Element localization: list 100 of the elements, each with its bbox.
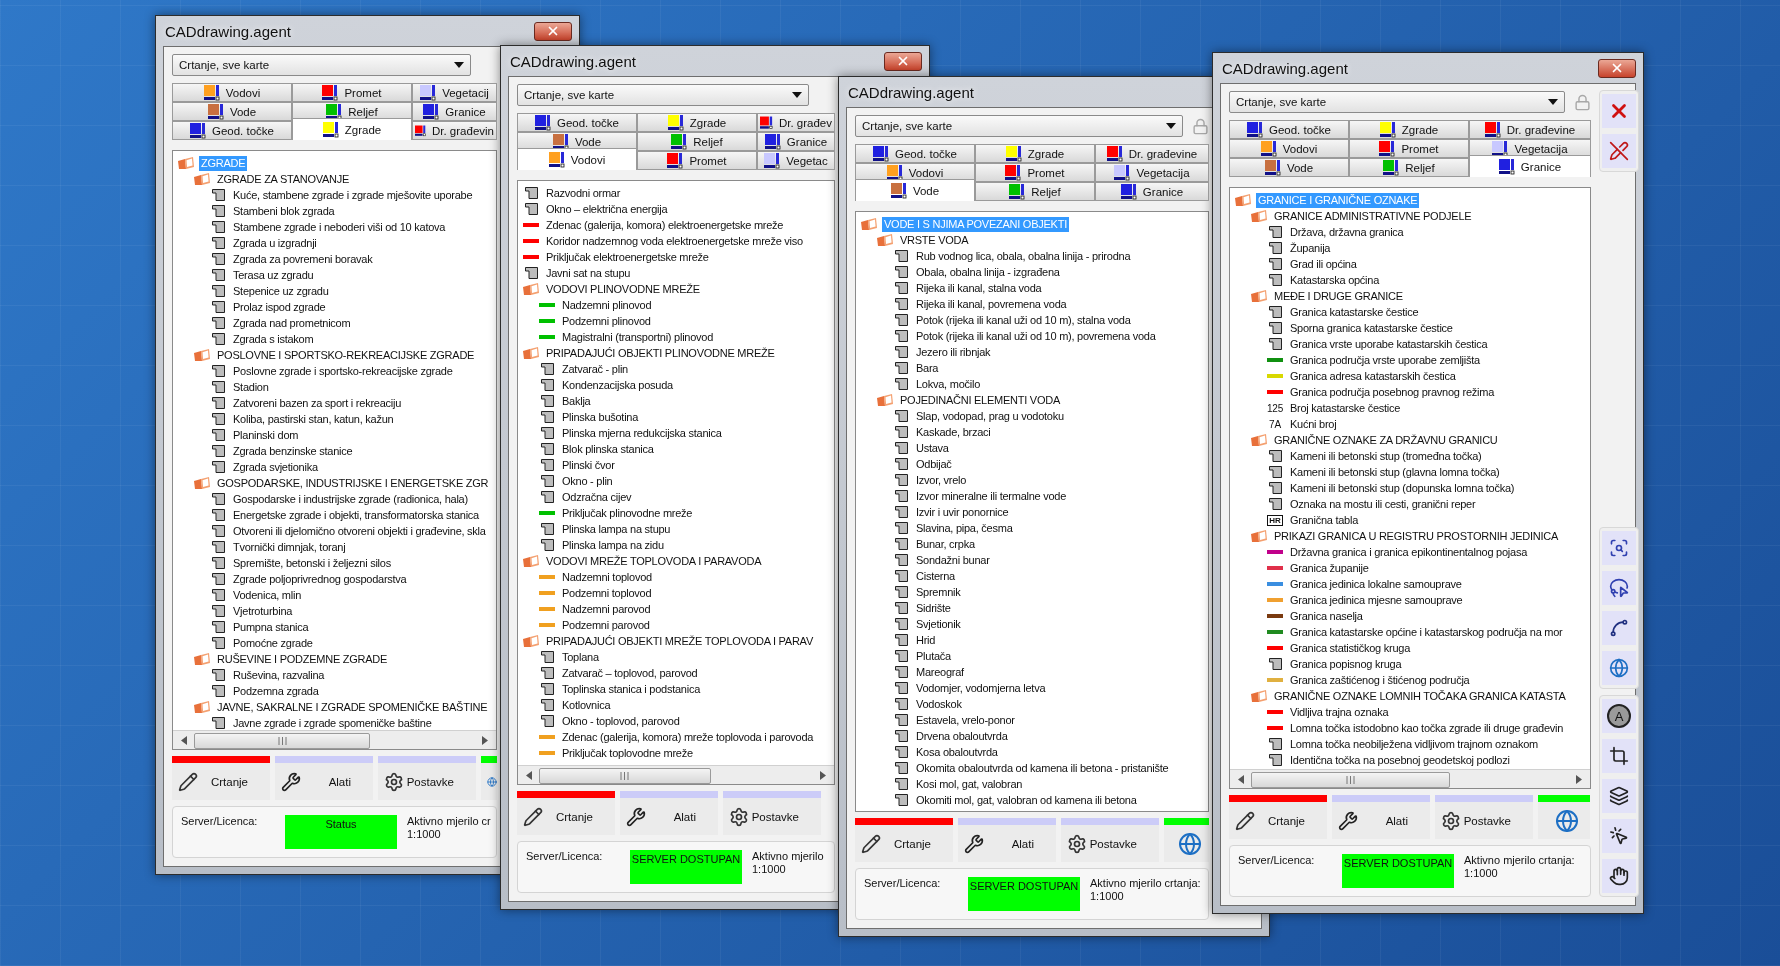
layer-tab[interactable]: Promet	[637, 151, 757, 170]
tree-item[interactable]: PRIPADAJUĆI OBJEKTI MREŽE TOPLOVODA I PARAV	[544, 633, 815, 649]
zoom-layer-button[interactable]	[1602, 531, 1636, 565]
layer-tab[interactable]: Dr. građev	[757, 113, 835, 132]
layer-tab[interactable]: Granice	[757, 132, 835, 151]
tree-item[interactable]: Mareograf	[914, 664, 966, 680]
tree-item[interactable]: Plinska lampa na stupu	[560, 521, 673, 537]
horizontal-scrollbar[interactable]	[173, 730, 496, 749]
tree-item[interactable]: Rub vodnog lica, obala, obalna linija - prirodna	[914, 248, 1133, 264]
tree-item[interactable]: Plinska lampa na zidu	[560, 537, 666, 553]
tree-item[interactable]: Granica adresa katastarskih čestica	[1288, 368, 1458, 384]
tree-item[interactable]: Drvena obaloutvrda	[914, 728, 1010, 744]
tree-item[interactable]: Granica jedinica lokalne samouprave	[1288, 576, 1464, 592]
tree-item[interactable]: Država, državna granica	[1288, 224, 1406, 240]
pick-button[interactable]	[1602, 819, 1636, 853]
tree-item[interactable]: Lokva, močilo	[914, 376, 982, 392]
mode-select[interactable]: Crtanje, sve karte	[1229, 91, 1565, 113]
tree-item[interactable]: Stadion	[231, 379, 271, 395]
tree-item[interactable]: GRANIČNE OZNAKE ZA DRŽAVNU GRANICU	[1272, 432, 1500, 448]
horizontal-scrollbar[interactable]	[1230, 769, 1590, 788]
close-button[interactable]	[534, 21, 572, 41]
tree-item[interactable]: Zgrada svjetionika	[231, 459, 320, 475]
globe-button[interactable]	[1538, 795, 1590, 839]
layer-tab[interactable]: Zgrade	[637, 113, 757, 132]
layer-tab[interactable]: Promet	[975, 163, 1095, 182]
tree-item[interactable]: Zgrada za povremeni boravak	[231, 251, 375, 267]
tree-item[interactable]: Kameni ili betonski stup (dopunska lomna točka)	[1288, 480, 1517, 496]
tree-item[interactable]: Granica zaštićenog i štićenog područja	[1288, 672, 1472, 688]
tree-item[interactable]: Izvor mineralne ili termalne vode	[914, 488, 1069, 504]
tree-item[interactable]: Gospodarske i industrijske zgrade (radionica, hala)	[231, 491, 470, 507]
tree-item[interactable]: Okomita obaloutvrda od kamena ili betona - pristanište	[914, 760, 1171, 776]
layer-tab[interactable]: Granice	[1469, 155, 1591, 177]
tree-item[interactable]: Okno - plin	[560, 473, 615, 489]
tree-item[interactable]: Okomiti mol, gat, valobran od kamena ili betona	[914, 792, 1139, 808]
tree-item[interactable]: Cisterna	[914, 568, 957, 584]
layer-tab[interactable]: Reljef	[975, 182, 1095, 201]
tree-item[interactable]: Zgrada u izgradnji	[231, 235, 319, 251]
tree-item[interactable]: Spremište, betonski i željezni silos	[231, 555, 393, 571]
tree-item[interactable]: Katastarska općina	[1288, 272, 1382, 288]
tree-item[interactable]: Sondažni bunar	[914, 552, 992, 568]
tree-item[interactable]: Županija	[1288, 240, 1333, 256]
tree-item[interactable]: Sporna granica katastarske čestice	[1288, 320, 1455, 336]
tree-item[interactable]: POSLOVNE I SPORTSKO-REKREACIJSKE ZGRADE	[215, 347, 477, 363]
tree-item[interactable]: Plutača	[914, 648, 953, 664]
tree-item[interactable]: Energetske zgrade i objekti, transformatorska stanica	[231, 507, 481, 523]
tree-item[interactable]: Grad ili općina	[1288, 256, 1359, 272]
tree-item[interactable]: Zgrada nad prometnicom	[231, 315, 353, 331]
tree-item[interactable]: Granica katastarske općine i katastarskog područja na mor	[1288, 624, 1565, 640]
tree-item[interactable]: Granica statističkog kruga	[1288, 640, 1413, 656]
tree-item[interactable]: Kosi mol, gat, valobran	[914, 776, 1025, 792]
tree-item[interactable]: Lomna točka neobilježena vidljivom trajnom oznakom	[1288, 736, 1540, 752]
tree-item[interactable]: Pomoćne zgrade	[231, 635, 315, 651]
layer-tab[interactable]: Vodovi	[172, 83, 292, 102]
tree-item[interactable]: Kućni broj	[1288, 416, 1339, 432]
tree-item[interactable]: Lomna točka istodobno kao točka zgrade ili druge građevin	[1288, 720, 1566, 736]
tree-item[interactable]: Izvor, vrelo	[914, 472, 969, 488]
tree-item[interactable]: GRANICE ADMINISTRATIVNE PODJELE	[1272, 208, 1474, 224]
tree-item[interactable]: Zatvarač - plin	[560, 361, 630, 377]
tree-item[interactable]: Granica jedinica mjesne samouprave	[1288, 592, 1465, 608]
layer-tab[interactable]: Promet	[1349, 139, 1469, 158]
tree-item[interactable]: Granica područja vrste uporabe zemljišta	[1288, 352, 1482, 368]
tree-item[interactable]: Pumpna stanica	[231, 619, 311, 635]
tree-item[interactable]: PRIKAZI GRANICA U REGISTRU PROSTORNIH JEDINICA	[1272, 528, 1561, 544]
tools-button[interactable]: Alati	[958, 818, 1056, 862]
tree-item[interactable]: Plinska bušotina	[560, 409, 641, 425]
tree-item[interactable]: Svjetionik	[914, 616, 963, 632]
tree-item[interactable]: GOSPODARSKE, INDUSTRIJSKE I ENERGETSKE ZGR	[215, 475, 491, 491]
layer-tab[interactable]: Zgrade	[292, 118, 412, 140]
settings-button[interactable]: Postavke	[1435, 795, 1533, 839]
tree-item[interactable]: Kameni ili betonski stup (tromeđna točka)	[1288, 448, 1484, 464]
tree-item[interactable]: Ustava	[914, 440, 951, 456]
tree-item[interactable]: Zgrada benzinske stanice	[231, 443, 355, 459]
tree-item[interactable]: Okno - toplovod, parovod	[560, 713, 682, 729]
tools-button[interactable]: Alati	[620, 791, 718, 835]
tree-item[interactable]: Prolaz ispod zgrade	[231, 299, 328, 315]
tree-item[interactable]: Estavela, vrelo-ponor	[914, 712, 1017, 728]
tree-item[interactable]: Zatvoreni bazen za sport i rekreaciju	[231, 395, 404, 411]
tree-item[interactable]: Plinski čvor	[560, 457, 617, 473]
tree-item[interactable]: Toplana	[560, 649, 601, 665]
tree-item[interactable]: Broj katastarske čestice	[1288, 400, 1403, 416]
scrollbar-thumb[interactable]	[1251, 772, 1451, 788]
tree-item[interactable]: Toplinska stanica i podstanica	[560, 681, 703, 697]
tree-item[interactable]: Izvir i uvir ponornice	[914, 504, 1011, 520]
tree-item[interactable]: Granična tabla	[1288, 512, 1361, 528]
tree-item[interactable]: JAVNE, SAKRALNE I ZGRADE SPOMENIČKE BAŠTINE	[215, 699, 490, 715]
tree-item[interactable]: Identična točka na posebnoj geodetskoj podlozi	[1288, 752, 1512, 768]
tree-item[interactable]: RUŠEVINE I PODZEMNE ZGRADE	[215, 651, 390, 667]
draw-button[interactable]: Crtanje	[517, 791, 615, 835]
tree-item[interactable]: Zatvarač – toplovod, parovod	[560, 665, 700, 681]
tree-item[interactable]: Spremnik	[914, 584, 963, 600]
pan-button[interactable]	[1602, 859, 1636, 893]
layer-tab[interactable]: Dr. građevin	[412, 121, 497, 140]
nodes-button[interactable]	[1602, 611, 1636, 645]
layer-tab[interactable]: Dr. građevine	[1469, 120, 1591, 139]
tree-item[interactable]: Potok (rijeka ili kanal uži od 10 m), stalna voda	[914, 312, 1133, 328]
globe-button[interactable]	[1164, 818, 1209, 862]
tree-item[interactable]: Podzemna zgrada	[231, 683, 321, 699]
horizontal-scrollbar[interactable]	[518, 765, 834, 784]
layers-button[interactable]	[1602, 779, 1636, 813]
tree-item[interactable]: Oznaka na mostu ili cesti, granični reper	[1288, 496, 1478, 512]
